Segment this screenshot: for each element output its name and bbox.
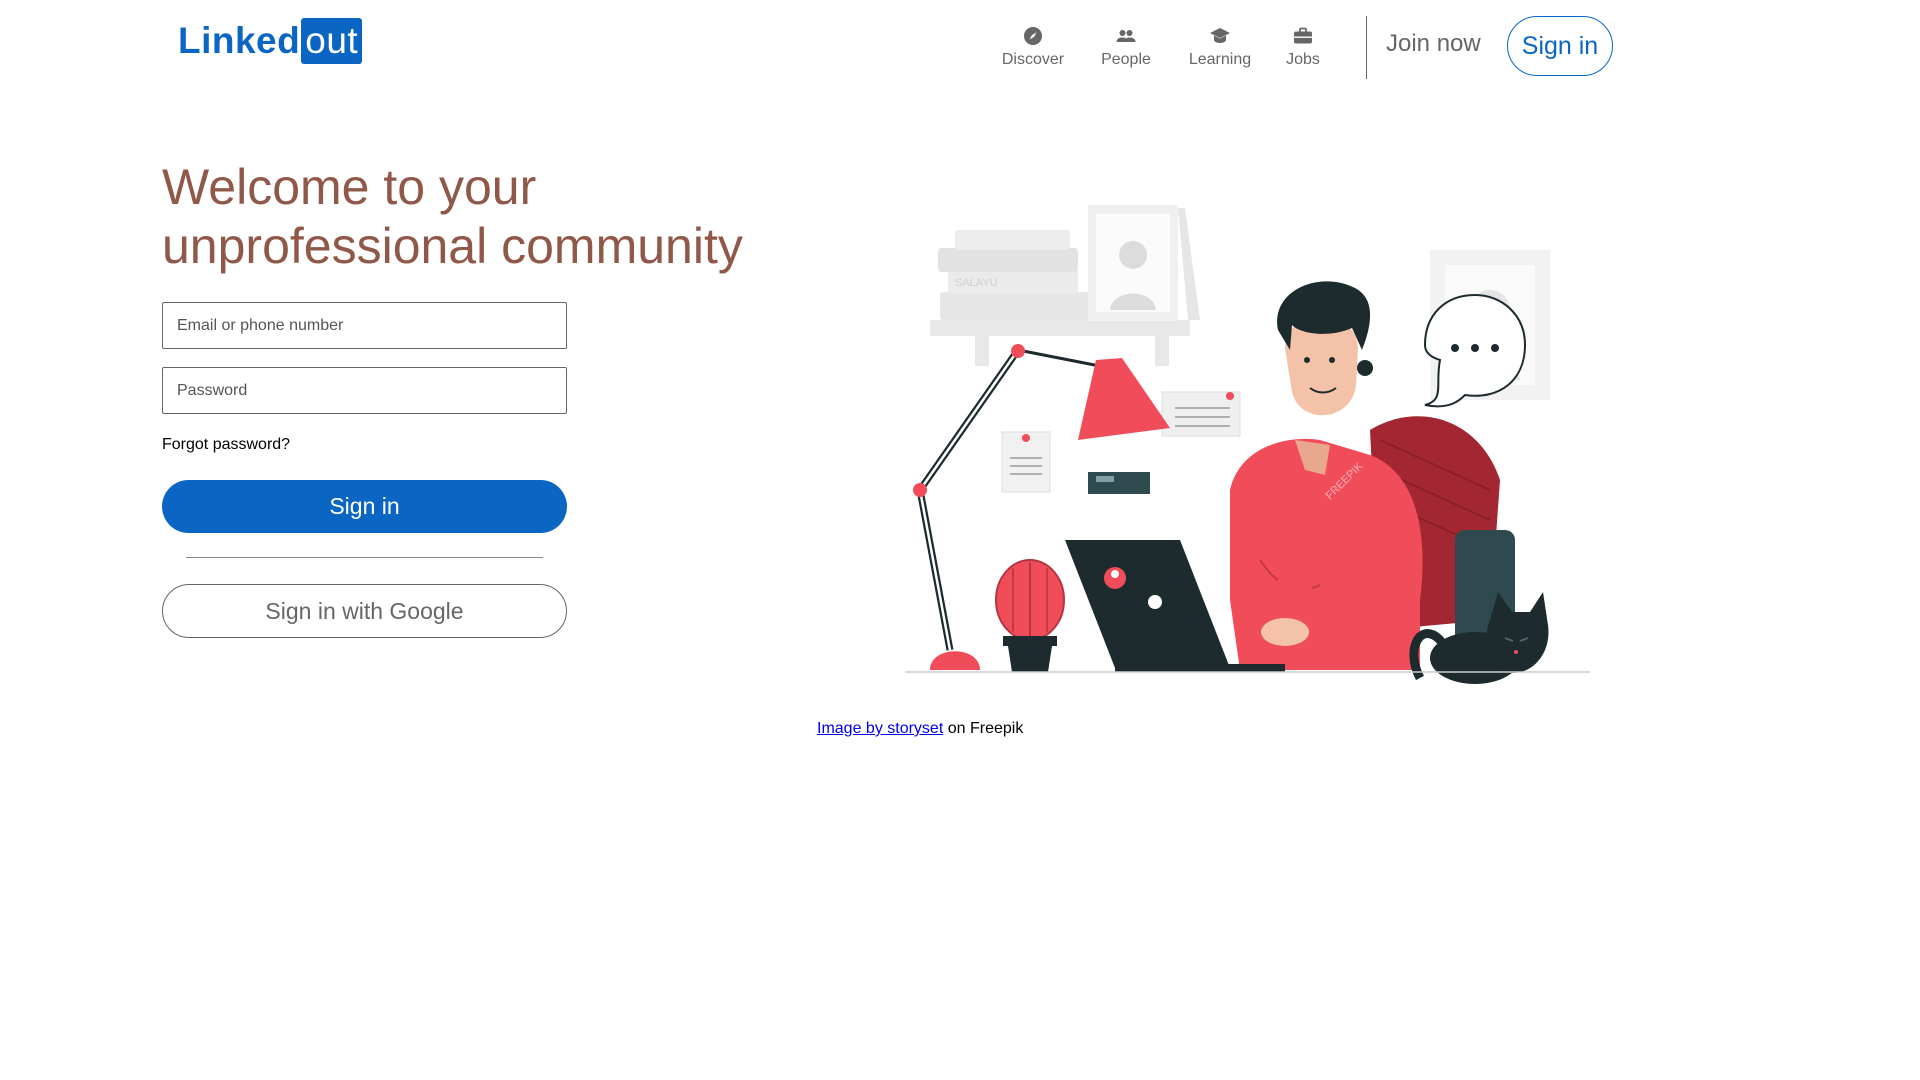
nav-label-people: People [1101, 51, 1151, 68]
divider-line [186, 557, 543, 558]
nav-label-jobs: Jobs [1286, 51, 1320, 68]
email-field[interactable] [162, 302, 567, 349]
briefcase-icon [1294, 27, 1312, 44]
image-credit: Image by storyset on Freepik [817, 720, 1023, 738]
hero-illustration: SALAYU FREEPIK [905, 205, 1590, 684]
headline-line-2: unprofessional community [162, 218, 743, 274]
book-label: SALAYU [955, 277, 998, 289]
framed-portrait-left [1088, 205, 1200, 321]
nav-item-learning[interactable]: Learning [1174, 24, 1266, 69]
join-now-link[interactable]: Join now [1386, 30, 1481, 58]
nav-item-discover[interactable]: Discover [990, 24, 1076, 69]
graduation-cap-icon [1210, 28, 1230, 43]
cactus-plant [995, 559, 1065, 672]
people-icon [1116, 30, 1136, 42]
nav-label-discover: Discover [1001, 51, 1065, 68]
header-sign-in-button[interactable]: Sign in [1507, 16, 1613, 76]
logo-box-text: out [301, 18, 363, 64]
page: Linked out Discover People Learning Jobs… [0, 0, 1920, 1080]
sign-in-button[interactable]: Sign in [162, 480, 567, 533]
forgot-password-link[interactable]: Forgot password? [162, 436, 290, 454]
nav-item-jobs[interactable]: Jobs [1268, 24, 1338, 69]
nav-label-learning: Learning [1188, 51, 1252, 68]
compass-icon [1024, 27, 1042, 45]
nav-divider [1366, 16, 1367, 79]
credit-suffix: on Freepik [943, 720, 1024, 737]
logo-text: Linked [178, 20, 301, 61]
headline-line-1: Welcome to your [162, 159, 537, 215]
person [1230, 281, 1423, 670]
linkedout-logo[interactable]: Linked out [178, 18, 363, 64]
storyset-credit-link[interactable]: Image by storyset [817, 720, 943, 737]
top-nav: Discover People Learning Jobs [990, 24, 1338, 69]
page-headline: Welcome to your unprofessional community [162, 158, 802, 276]
password-field[interactable] [162, 367, 567, 414]
google-sign-in-button[interactable]: Sign in with Google [162, 584, 567, 638]
nav-item-people[interactable]: People [1082, 24, 1170, 69]
